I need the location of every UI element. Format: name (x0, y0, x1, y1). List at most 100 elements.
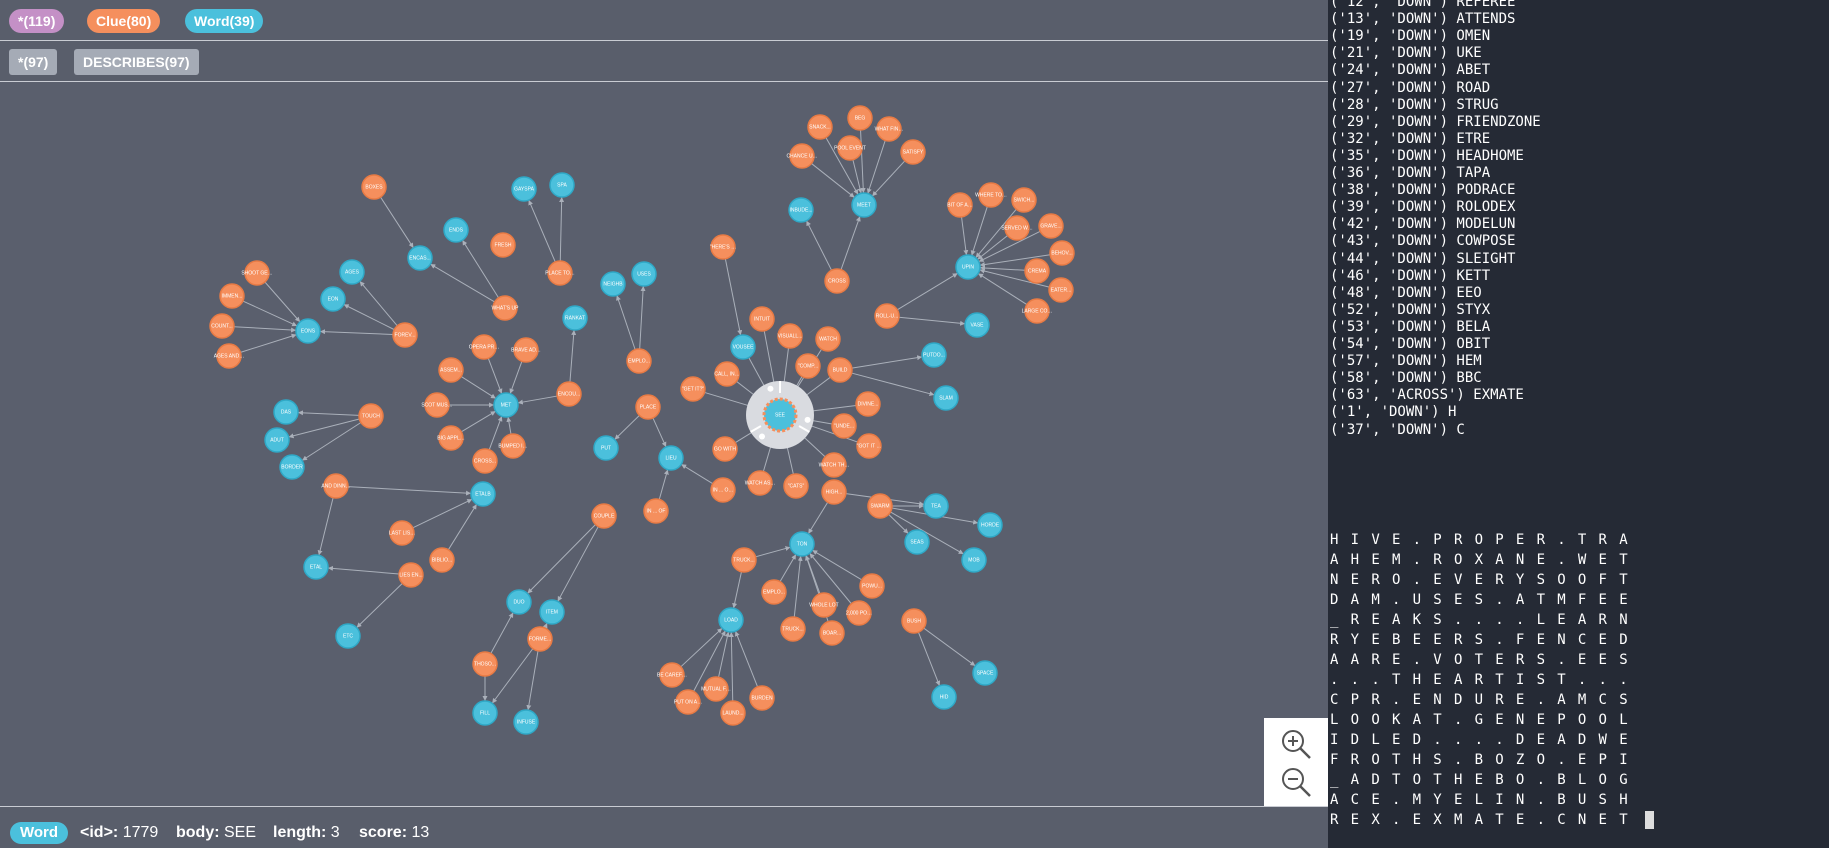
node-circle[interactable] (795, 353, 821, 379)
describes-edge[interactable] (301, 422, 362, 461)
word-node-w32[interactable]: LOAD (718, 607, 744, 633)
node-circle[interactable] (931, 684, 957, 710)
clue-node-c39[interactable]: BIG APPL… (437, 425, 465, 451)
node-circle[interactable] (631, 261, 657, 287)
clue-node-c16[interactable]: SNACK... (807, 114, 833, 140)
describes-edge[interactable] (724, 258, 743, 336)
node-circle[interactable] (392, 322, 418, 348)
node-circle[interactable] (675, 689, 701, 715)
node-circle[interactable] (303, 554, 329, 580)
describes-edge[interactable] (923, 627, 976, 667)
node-circle[interactable] (867, 493, 893, 519)
clue-node-c73[interactable]: BURDEN (749, 685, 775, 711)
clue-node-c34[interactable]: ENCOU... (556, 381, 582, 407)
word-node-w17[interactable]: SPA (549, 172, 575, 198)
node-circle[interactable] (513, 337, 539, 363)
clue-node-c51[interactable]: COUNT... (209, 313, 235, 339)
node-circle[interactable] (219, 283, 245, 309)
word-node-w35[interactable]: SEAS (904, 529, 930, 555)
clue-node-c60[interactable]: THOSO... (472, 651, 498, 677)
node-circle[interactable] (933, 385, 959, 411)
describes-edge[interactable] (728, 631, 734, 702)
node-circle[interactable] (659, 662, 685, 688)
describes-edge[interactable] (242, 300, 298, 327)
zoom-in-icon[interactable] (1278, 726, 1314, 762)
describes-edge[interactable] (356, 582, 403, 629)
describes-edge[interactable] (542, 622, 548, 629)
node-circle[interactable] (761, 579, 787, 605)
describes-edge[interactable] (233, 326, 297, 333)
clue-node-c10[interactable]: "CATS" (783, 473, 809, 499)
describes-edge[interactable] (734, 630, 759, 688)
node-circle[interactable] (815, 326, 841, 352)
label-pill-0[interactable]: *(119) (9, 9, 65, 33)
node-circle[interactable] (424, 392, 450, 418)
node-circle[interactable] (438, 425, 464, 451)
clue-node-c33[interactable]: EMPLO... (626, 348, 652, 374)
word-node-w14[interactable]: ENCAS... (407, 245, 433, 271)
describes-edge[interactable] (487, 358, 503, 394)
node-circle[interactable] (1038, 213, 1064, 239)
node-circle[interactable] (335, 623, 361, 649)
describes-edge[interactable] (652, 417, 667, 448)
node-circle[interactable] (471, 334, 497, 360)
node-circle[interactable] (1024, 258, 1050, 284)
node-circle[interactable] (856, 433, 882, 459)
node-circle[interactable] (600, 271, 626, 297)
describes-edge[interactable] (860, 129, 866, 194)
node-circle[interactable] (680, 376, 706, 402)
node-circle[interactable] (500, 433, 526, 459)
node-circle[interactable] (472, 448, 498, 474)
word-node-w26[interactable]: ETC (335, 623, 361, 649)
node-circle[interactable] (901, 608, 927, 634)
describes-edge[interactable] (763, 330, 777, 390)
node-circle[interactable] (511, 176, 537, 202)
describes-edge[interactable] (779, 554, 797, 582)
node-circle[interactable] (978, 182, 1004, 208)
clue-node-c19[interactable]: SATISFY (900, 139, 926, 165)
word-node-w15[interactable]: ENDS (443, 217, 469, 243)
describes-edge[interactable] (805, 220, 833, 271)
node-circle[interactable] (658, 445, 684, 471)
clue-node-c36[interactable]: BRAVE AD… (511, 337, 541, 363)
clue-node-c56[interactable]: LAST LIS… (389, 520, 415, 546)
clue-node-c7[interactable]: "GET IT?" (680, 376, 706, 402)
clue-node-c58[interactable]: LIES EN... (398, 562, 424, 588)
clue-node-c28[interactable]: BEHOV... (1049, 240, 1075, 266)
describes-edge[interactable] (793, 555, 803, 618)
clue-node-c55[interactable]: AND DINN… (321, 473, 351, 499)
describes-edge[interactable] (898, 316, 966, 326)
node-circle[interactable] (1004, 215, 1030, 241)
clue-node-c23[interactable]: BIT OF A… (947, 192, 973, 218)
node-circle[interactable] (295, 318, 321, 344)
describes-edge[interactable] (297, 410, 360, 416)
node-circle[interactable] (904, 529, 930, 555)
node-circle[interactable] (783, 473, 809, 499)
word-node-w36[interactable]: MOB (961, 547, 987, 573)
node-circle[interactable] (539, 599, 565, 625)
node-circle[interactable] (712, 436, 738, 462)
clue-node-c18[interactable]: WHAT FIN… (875, 116, 904, 142)
clue-node-c67[interactable]: TRUCK... (780, 616, 806, 642)
clue-node-c47[interactable]: WHAT'S UP (492, 295, 520, 321)
node-circle[interactable] (859, 573, 885, 599)
node-circle[interactable] (506, 589, 532, 615)
node-circle[interactable] (407, 245, 433, 271)
word-node-w1[interactable]: VOUSEE (730, 334, 756, 360)
clue-node-c49[interactable]: SHOOT GE… (241, 260, 273, 286)
word-node-w34[interactable]: HORDE (977, 512, 1003, 538)
clue-node-c59[interactable]: COUPLE (591, 503, 617, 529)
node-circle[interactable] (788, 197, 814, 223)
word-node-w28[interactable]: ITEM (539, 599, 565, 625)
word-node-w30[interactable]: INFUSE (513, 709, 539, 735)
describes-edge[interactable] (961, 216, 969, 256)
clue-node-c52[interactable]: AGES AND… (214, 343, 245, 369)
describes-edge[interactable] (569, 329, 577, 383)
word-node-w23[interactable]: BORDER (279, 454, 305, 480)
describes-edge[interactable] (359, 280, 398, 327)
clue-node-c41[interactable]: CROSS... (472, 448, 498, 474)
node-circle[interactable] (643, 498, 669, 524)
clue-node-c24[interactable]: WHERE TO… (975, 182, 1007, 208)
node-circle[interactable] (339, 259, 365, 285)
describes-edge[interactable] (977, 273, 1028, 305)
